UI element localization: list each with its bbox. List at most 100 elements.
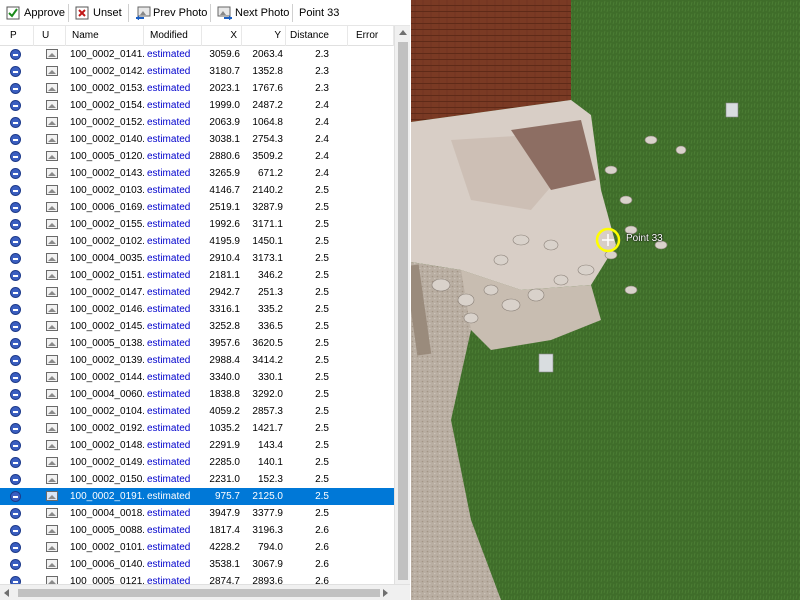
point-state-cell[interactable] [10, 216, 24, 233]
table-row[interactable]: 100_0002_0151... estimated 2181.1 346.2 2.5 [0, 267, 394, 284]
table-row[interactable]: 100_0002_0140... estimated 3038.1 2754.3 2.4 [0, 131, 394, 148]
point-state-cell[interactable] [10, 301, 24, 318]
point-state-cell[interactable] [10, 505, 24, 522]
photo-thumbnail-cell[interactable] [44, 148, 60, 165]
photo-thumbnail-cell[interactable] [44, 369, 60, 386]
table-row[interactable]: 100_0002_0142... estimated 3180.7 1352.8 2.3 [0, 63, 394, 80]
photo-thumbnail-cell[interactable] [44, 182, 60, 199]
prev-photo-button[interactable]: Prev Photo [135, 3, 207, 23]
table-row[interactable]: 100_0002_0104... estimated 4059.2 2857.3 2.5 [0, 403, 394, 420]
table-row[interactable]: 100_0002_0191... estimated 975.7 2125.0 2.5 [0, 488, 394, 505]
photo-thumbnail-cell[interactable] [44, 573, 60, 584]
photo-thumbnail-cell[interactable] [44, 131, 60, 148]
table-row[interactable]: 100_0002_0149... estimated 2285.0 140.1 2.5 [0, 454, 394, 471]
table-row[interactable]: 100_0006_0140... estimated 3538.1 3067.9 2.6 [0, 556, 394, 573]
point-state-cell[interactable] [10, 182, 24, 199]
photo-thumbnail-cell[interactable] [44, 420, 60, 437]
photo-thumbnail-cell[interactable] [44, 556, 60, 573]
column-header-y[interactable]: Y [242, 26, 286, 46]
table-row[interactable]: 100_0002_0146... estimated 3316.1 335.2 2.5 [0, 301, 394, 318]
table-row[interactable]: 100_0002_0101... estimated 4228.2 794.0 2.6 [0, 539, 394, 556]
photo-thumbnail-cell[interactable] [44, 454, 60, 471]
column-header-x[interactable]: X [202, 26, 242, 46]
point-state-cell[interactable] [10, 131, 24, 148]
table-row[interactable]: 100_0002_0154... estimated 1999.0 2487.2 2.4 [0, 97, 394, 114]
column-header-modified[interactable]: Modified [146, 26, 202, 46]
column-header-name[interactable]: Name [68, 26, 144, 46]
table-row[interactable]: 100_0002_0103... estimated 4146.7 2140.2 2.5 [0, 182, 394, 199]
photo-thumbnail-cell[interactable] [44, 471, 60, 488]
table-row[interactable]: 100_0002_0155... estimated 1992.6 3171.1 2.5 [0, 216, 394, 233]
photo-thumbnail-cell[interactable] [44, 352, 60, 369]
scrollbar-thumb[interactable] [18, 589, 380, 597]
point-state-cell[interactable] [10, 556, 24, 573]
table-row[interactable]: 100_0005_0088... estimated 1817.4 3196.3 2.6 [0, 522, 394, 539]
vertical-scrollbar[interactable] [394, 26, 410, 584]
column-header-p[interactable]: P [6, 26, 34, 46]
table-row[interactable]: 100_0002_0148... estimated 2291.9 143.4 2.5 [0, 437, 394, 454]
scroll-up-icon[interactable] [399, 30, 407, 35]
photo-thumbnail-cell[interactable] [44, 46, 60, 63]
table-row[interactable]: 100_0005_0138... estimated 3957.6 3620.5 2.5 [0, 335, 394, 352]
point-state-cell[interactable] [10, 454, 24, 471]
point-state-cell[interactable] [10, 250, 24, 267]
point-state-cell[interactable] [10, 488, 24, 505]
photo-thumbnail-cell[interactable] [44, 233, 60, 250]
photo-thumbnail-cell[interactable] [44, 539, 60, 556]
point-state-cell[interactable] [10, 148, 24, 165]
point-state-cell[interactable] [10, 539, 24, 556]
table-row[interactable]: 100_0006_0169... estimated 2519.1 3287.9 2.5 [0, 199, 394, 216]
photo-thumbnail-cell[interactable] [44, 63, 60, 80]
point-state-cell[interactable] [10, 233, 24, 250]
point-state-cell[interactable] [10, 80, 24, 97]
point-state-cell[interactable] [10, 284, 24, 301]
photo-thumbnail-cell[interactable] [44, 505, 60, 522]
photo-thumbnail-cell[interactable] [44, 97, 60, 114]
table-row[interactable]: 100_0002_0139... estimated 2988.4 3414.2 2.5 [0, 352, 394, 369]
photo-thumbnail-cell[interactable] [44, 437, 60, 454]
point-state-cell[interactable] [10, 97, 24, 114]
point-state-cell[interactable] [10, 114, 24, 131]
table-row[interactable]: 100_0002_0141... estimated 3059.6 2063.4 2.3 [0, 46, 394, 63]
point-state-cell[interactable] [10, 199, 24, 216]
point-state-cell[interactable] [10, 573, 24, 584]
photo-thumbnail-cell[interactable] [44, 284, 60, 301]
photo-thumbnail-cell[interactable] [44, 403, 60, 420]
approve-button[interactable]: Approve [6, 3, 65, 23]
table-row[interactable]: 100_0004_0060... estimated 1838.8 3292.0 2.5 [0, 386, 394, 403]
photo-thumbnail-cell[interactable] [44, 386, 60, 403]
table-row[interactable]: 100_0002_0144... estimated 3340.0 330.1 2.5 [0, 369, 394, 386]
table-row[interactable]: 100_0002_0143... estimated 3265.9 671.2 2.4 [0, 165, 394, 182]
horizontal-scrollbar[interactable] [0, 584, 410, 600]
table-row[interactable]: 100_0002_0153... estimated 2023.1 1767.6 2.3 [0, 80, 394, 97]
point-state-cell[interactable] [10, 420, 24, 437]
point-state-cell[interactable] [10, 352, 24, 369]
scroll-right-icon[interactable] [383, 589, 388, 597]
scroll-left-icon[interactable] [4, 589, 9, 597]
photo-thumbnail-cell[interactable] [44, 488, 60, 505]
table-row[interactable]: 100_0002_0192... estimated 1035.2 1421.7 2.5 [0, 420, 394, 437]
table-row[interactable]: 100_0004_0018... estimated 3947.9 3377.9 2.5 [0, 505, 394, 522]
point-state-cell[interactable] [10, 318, 24, 335]
photo-thumbnail-cell[interactable] [44, 250, 60, 267]
column-header-u[interactable]: U [38, 26, 66, 46]
point-state-cell[interactable] [10, 369, 24, 386]
table-row[interactable]: 100_0005_0120... estimated 2880.6 3509.2 2.4 [0, 148, 394, 165]
photo-thumbnail-cell[interactable] [44, 165, 60, 182]
table-row[interactable]: 100_0002_0147... estimated 2942.7 251.3 2.5 [0, 284, 394, 301]
table-row[interactable]: 100_0002_0145... estimated 3252.8 336.5 2.5 [0, 318, 394, 335]
photo-thumbnail-cell[interactable] [44, 80, 60, 97]
point-state-cell[interactable] [10, 403, 24, 420]
point-state-cell[interactable] [10, 165, 24, 182]
column-header-distance[interactable]: Distance [286, 26, 348, 46]
point-state-cell[interactable] [10, 386, 24, 403]
table-row[interactable]: 100_0002_0150... estimated 2231.0 152.3 2.5 [0, 471, 394, 488]
photo-thumbnail-cell[interactable] [44, 216, 60, 233]
unset-button[interactable]: Unset [75, 3, 122, 23]
point-state-cell[interactable] [10, 522, 24, 539]
point-state-cell[interactable] [10, 437, 24, 454]
point-state-cell[interactable] [10, 471, 24, 488]
table-row[interactable]: 100_0002_0152... estimated 2063.9 1064.8 2.4 [0, 114, 394, 131]
photo-thumbnail-cell[interactable] [44, 267, 60, 284]
photo-thumbnail-cell[interactable] [44, 522, 60, 539]
